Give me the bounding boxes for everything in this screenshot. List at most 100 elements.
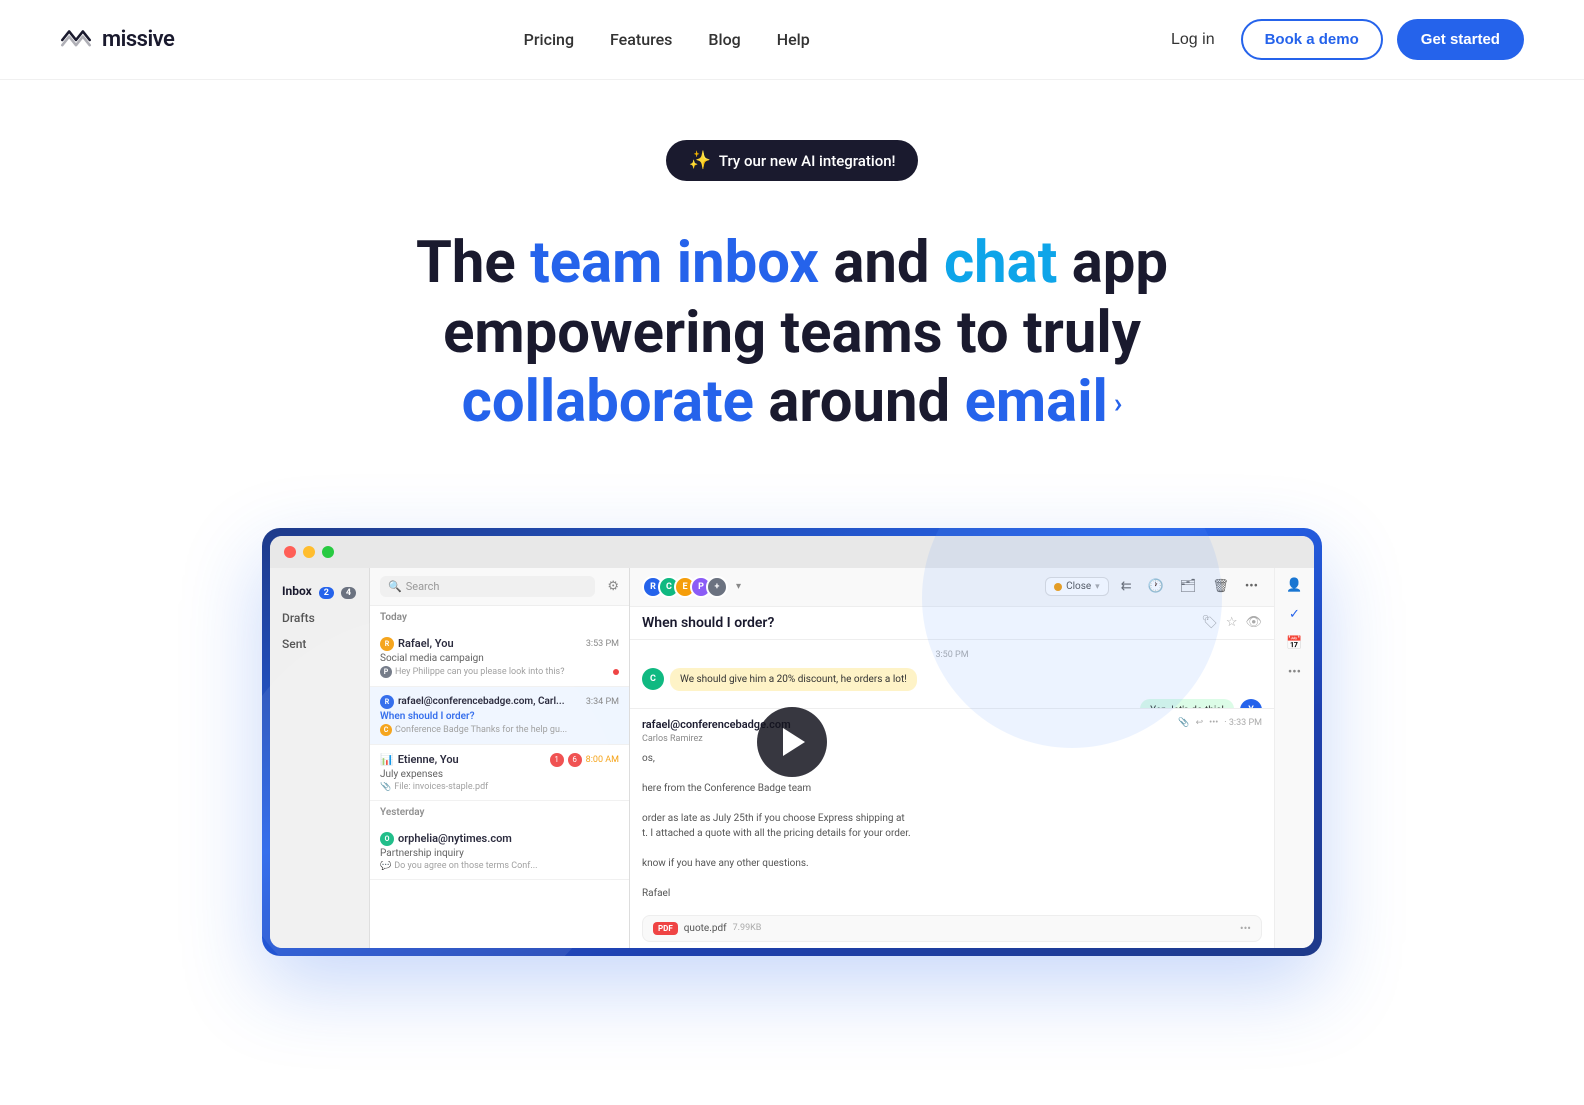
attach-icon[interactable]: 📎 xyxy=(1178,717,1189,731)
message-content: We should give him a 20% discount, he or… xyxy=(670,668,917,691)
headline-accent-team-inbox: team inbox xyxy=(530,229,819,297)
message-time: 3:50 PM xyxy=(642,650,1262,660)
nav-features[interactable]: Features xyxy=(610,30,672,49)
email-preview: P Hey Philippe can you please look into … xyxy=(380,666,619,678)
email-toolbar: R C E P + ▾ Close ▾ ⇇ xyxy=(630,568,1274,607)
attachment-filename: quote.pdf xyxy=(684,923,727,934)
email-subject-icons: 🏷 ☆ 👁 xyxy=(1201,615,1262,630)
search-box[interactable]: 🔍 Search xyxy=(380,576,595,597)
avatar: + xyxy=(706,576,728,598)
star-icon[interactable]: ☆ xyxy=(1226,615,1238,630)
email-time: 3:53 PM xyxy=(586,639,619,649)
navbar: missive Pricing Features Blog Help Log i… xyxy=(0,0,1584,80)
hero-section: ✨ Try our new AI integration! The team i… xyxy=(0,80,1584,478)
email-detail: R C E P + ▾ Close ▾ ⇇ xyxy=(630,568,1274,948)
sidebar-item-inbox[interactable]: Inbox 2 4 xyxy=(270,578,369,605)
logo-link[interactable]: missive xyxy=(60,27,174,52)
email-item-header: R Rafael, You 3:53 PM xyxy=(380,637,619,651)
eye-icon[interactable]: 👁 xyxy=(1245,615,1262,630)
attachment-more-icon[interactable]: ••• xyxy=(1240,922,1251,935)
email-from-row: rafael@conferencebadge.com Carlos Ramire… xyxy=(642,717,1262,747)
email-subject: Partnership inquiry xyxy=(380,848,619,859)
nav-pricing[interactable]: Pricing xyxy=(524,30,574,49)
calendar-icon[interactable]: 📅 xyxy=(1286,636,1302,651)
date-label-today: Today xyxy=(370,606,629,629)
email-subject-title: When should I order? xyxy=(642,615,774,631)
headline-accent-collaborate: collaborate xyxy=(462,368,754,436)
mac-title-bar xyxy=(270,536,1314,568)
chevron-down-icon: › xyxy=(1114,386,1122,420)
logo-text: missive xyxy=(102,27,174,52)
logo-icon xyxy=(60,28,92,52)
message-bubble: Yep, let's do this! Y xyxy=(642,699,1262,708)
filter-icon[interactable]: ⚙ xyxy=(607,579,619,594)
reply-icon[interactable]: ↩ xyxy=(1196,717,1204,731)
headline-part4: around xyxy=(754,368,965,436)
email-meta: 1 6 8:00 AM xyxy=(550,753,619,767)
app-outer-frame: Inbox 2 4 Drafts Sent 🔍 xyxy=(262,528,1322,956)
book-demo-button[interactable]: Book a demo xyxy=(1241,19,1383,60)
sidebar-item-sent[interactable]: Sent xyxy=(270,631,369,657)
avatar: O xyxy=(380,832,394,846)
avatar: R xyxy=(380,637,394,651)
clock-icon[interactable]: 🕐 xyxy=(1144,577,1168,596)
list-item[interactable]: R Rafael, You 3:53 PM Social media campa… xyxy=(370,629,629,687)
mac-minimize-dot xyxy=(303,546,315,558)
search-placeholder: Search xyxy=(406,580,440,593)
list-item[interactable]: R rafael@conferencebadge.com, Carl... 3:… xyxy=(370,687,629,745)
nav-actions: Log in Book a demo Get started xyxy=(1159,19,1524,60)
chart-icon: 📊 xyxy=(380,753,394,766)
login-button[interactable]: Log in xyxy=(1159,23,1227,57)
preview-avatar: P xyxy=(380,666,392,678)
app-screenshot-container: Inbox 2 4 Drafts Sent 🔍 xyxy=(242,528,1342,956)
person-icon[interactable]: 👤 xyxy=(1286,578,1302,593)
reply-all-icon[interactable]: ⇇ xyxy=(1117,577,1136,596)
sender-name: rafael@conferencebadge.com, Carl... xyxy=(398,696,565,707)
preview-icon: 💬 xyxy=(380,861,391,871)
sender-name: Rafael, You xyxy=(398,637,454,650)
nav-help[interactable]: Help xyxy=(777,30,810,49)
right-panel: 👤 ✓ 📅 ••• xyxy=(1274,568,1314,948)
mac-close-dot xyxy=(284,546,296,558)
delete-icon[interactable]: 🗑 xyxy=(1208,577,1233,596)
email-attachment[interactable]: PDF quote.pdf 7.99KB ••• xyxy=(642,915,1262,942)
list-item[interactable]: 📊 Etienne, You 1 6 8:00 AM July exp xyxy=(370,745,629,801)
email-sender: 📊 Etienne, You xyxy=(380,753,459,766)
sidebar-item-drafts[interactable]: Drafts xyxy=(270,605,369,631)
email-subject: July expenses xyxy=(380,769,619,780)
ai-badge[interactable]: ✨ Try our new AI integration! xyxy=(666,140,917,181)
unread-badge: 1 xyxy=(550,753,564,767)
sender-name: orphelia@nytimes.com xyxy=(398,832,512,845)
message-bubble: C We should give him a 20% discount, he … xyxy=(642,668,1262,691)
message-avatar: Y xyxy=(1240,699,1262,708)
unread-badge2: 6 xyxy=(568,753,582,767)
email-dropdown[interactable]: email› xyxy=(965,368,1123,438)
archive-icon[interactable]: 🗂 xyxy=(1176,577,1201,596)
avatar: R xyxy=(380,695,394,709)
more-dots-icon[interactable]: ••• xyxy=(1288,665,1301,680)
email-message: rafael@conferencebadge.com Carlos Ramire… xyxy=(630,708,1274,909)
email-list-header: 🔍 Search ⚙ xyxy=(370,568,629,606)
get-started-button[interactable]: Get started xyxy=(1397,19,1524,60)
more-icon[interactable]: ••• xyxy=(1241,577,1262,596)
attachment-icon: 📎 xyxy=(380,782,391,792)
email-item-header: O orphelia@nytimes.com xyxy=(380,832,619,846)
more-icon[interactable]: ••• xyxy=(1209,717,1218,731)
sidebar-sent-label: Sent xyxy=(282,637,306,651)
email-sender: R rafael@conferencebadge.com, Carl... xyxy=(380,695,565,709)
email-actions: 📎 ↩ ••• · 3:33 PM xyxy=(1178,717,1262,731)
email-subject: Social media campaign xyxy=(380,653,619,664)
tag-icon[interactable]: 🏷 xyxy=(1201,615,1218,630)
check-icon[interactable]: ✓ xyxy=(1289,607,1300,622)
nav-blog[interactable]: Blog xyxy=(708,30,740,49)
email-subject: When should I order? xyxy=(380,711,619,722)
sidebar-inbox-label: Inbox xyxy=(282,584,312,598)
play-button[interactable] xyxy=(757,707,827,777)
email-preview: 📎 File: invoices-staple.pdf xyxy=(380,782,619,792)
email-time: 3:34 PM xyxy=(586,697,619,707)
list-item[interactable]: O orphelia@nytimes.com Partnership inqui… xyxy=(370,824,629,880)
close-button[interactable]: Close ▾ xyxy=(1045,577,1109,596)
sidebar-inbox-badge1: 2 xyxy=(319,587,334,599)
email-time: 8:00 AM xyxy=(586,755,619,765)
ai-badge-label: Try our new AI integration! xyxy=(719,152,896,170)
